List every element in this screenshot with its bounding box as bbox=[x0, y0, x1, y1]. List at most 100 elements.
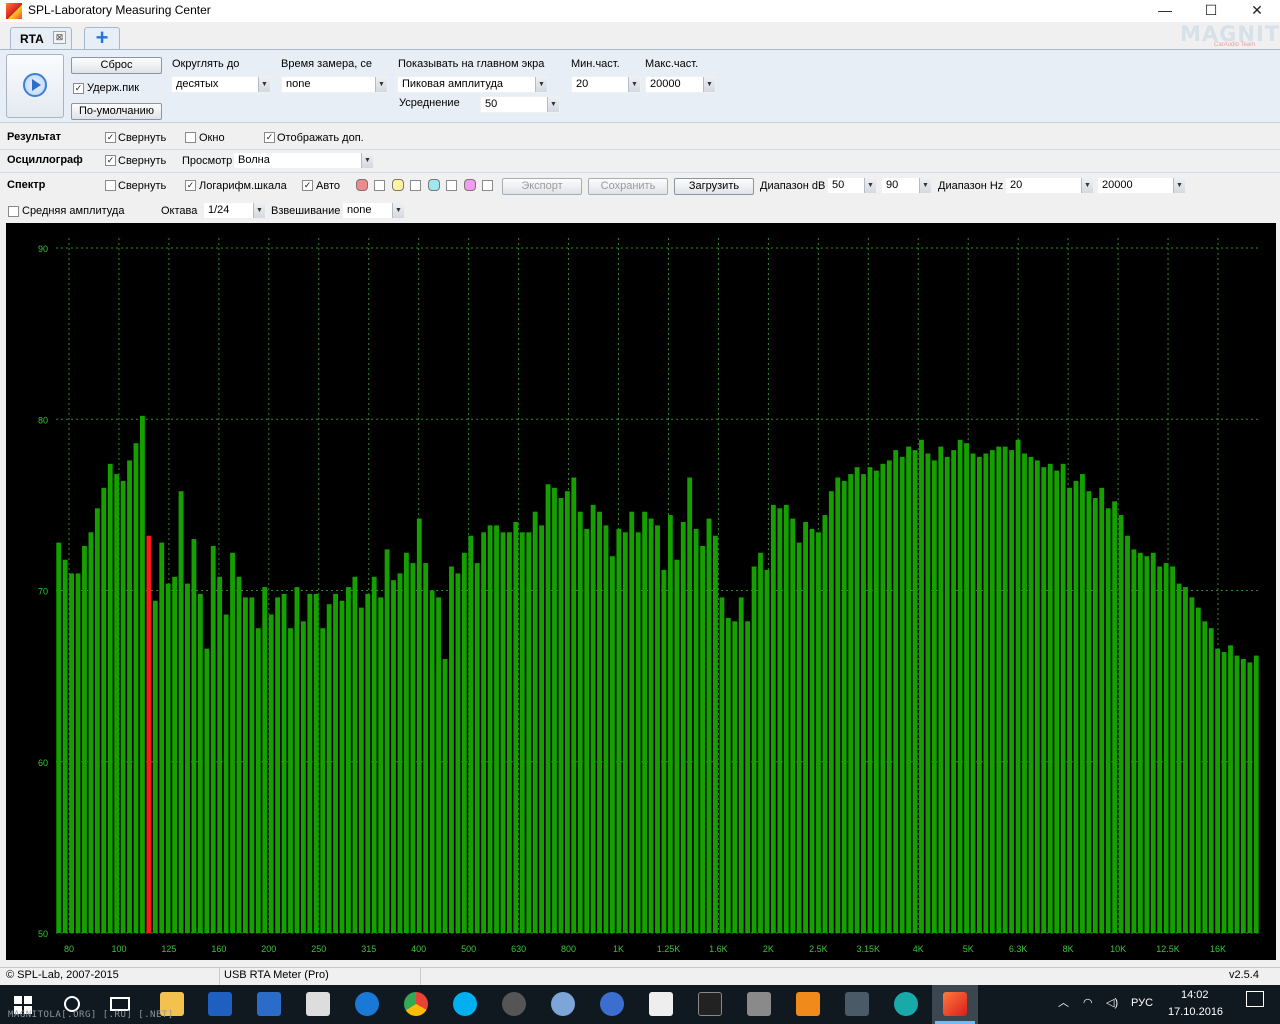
osc-collapse-label: Свернуть bbox=[118, 155, 167, 167]
color-cyan-checkbox[interactable] bbox=[446, 180, 457, 191]
spectrum-bar bbox=[384, 549, 390, 933]
chart-app-icon[interactable] bbox=[845, 992, 869, 1016]
spectrum-bar bbox=[481, 532, 487, 933]
spectrum-bar bbox=[674, 559, 680, 933]
save-button[interactable]: Сохранить bbox=[588, 178, 668, 195]
spectrum-bar bbox=[255, 628, 261, 933]
spectrum-bar bbox=[655, 525, 660, 933]
paint-icon[interactable] bbox=[551, 992, 575, 1016]
osc-view-select[interactable]: Волна ▼ bbox=[233, 152, 374, 169]
spectrum-bar bbox=[944, 456, 950, 933]
store-icon[interactable] bbox=[208, 992, 232, 1016]
e-app-icon[interactable] bbox=[894, 992, 918, 1016]
result-window-checkbox[interactable] bbox=[185, 132, 196, 143]
db-min-select[interactable]: 50 ▼ bbox=[827, 177, 877, 194]
spl-lab-taskbar-icon[interactable] bbox=[943, 992, 967, 1016]
wifi-icon[interactable]: ◠ bbox=[1083, 996, 1093, 1009]
spectrum-bar bbox=[642, 511, 648, 933]
clock-time[interactable]: 14:02 bbox=[1181, 989, 1209, 1001]
color-swatch-red[interactable] bbox=[356, 179, 368, 191]
export-button[interactable]: Экспорт bbox=[502, 178, 582, 195]
reset-button[interactable]: Сброс bbox=[71, 57, 162, 74]
show-select[interactable]: Пиковая амплитуда ▼ bbox=[397, 76, 548, 93]
tools-app-icon[interactable] bbox=[747, 992, 771, 1016]
avg-amp-checkbox[interactable] bbox=[8, 206, 19, 217]
time-select[interactable]: none ▼ bbox=[281, 76, 388, 93]
spectrum-bar bbox=[230, 552, 235, 933]
minimize-icon[interactable]: — bbox=[1142, 0, 1188, 22]
spectrum-bar bbox=[597, 511, 602, 933]
spectrum-collapse-checkbox[interactable] bbox=[105, 180, 116, 191]
hz-min-select[interactable]: 20 ▼ bbox=[1005, 177, 1094, 194]
maximize-icon[interactable]: ☐ bbox=[1188, 0, 1234, 22]
color-swatch-magenta[interactable] bbox=[464, 179, 476, 191]
z-app-icon[interactable] bbox=[355, 992, 379, 1016]
tab-close-icon[interactable]: ⊠ bbox=[53, 31, 66, 44]
spectrum-chart[interactable]: 90 80 70 60 50 80 100 125 160 200 250 315 400 500 630 8… bbox=[6, 223, 1276, 960]
result-collapse-checkbox[interactable]: ✓ bbox=[105, 132, 116, 143]
avg-select[interactable]: 50 ▼ bbox=[480, 96, 560, 113]
chevron-down-icon: ▼ bbox=[1173, 178, 1185, 193]
disc-app-icon[interactable] bbox=[502, 992, 526, 1016]
hz-max-select[interactable]: 20000 ▼ bbox=[1097, 177, 1186, 194]
fox-app-icon[interactable] bbox=[698, 992, 722, 1016]
chevron-down-icon: ▼ bbox=[547, 97, 559, 112]
max-freq-select[interactable]: 20000 ▼ bbox=[645, 76, 716, 93]
chevron-up-icon[interactable]: ︿ bbox=[1058, 994, 1069, 1010]
spectrum-bar bbox=[436, 597, 442, 933]
volume-icon[interactable]: ◁) bbox=[1106, 996, 1118, 1009]
chrome-icon[interactable] bbox=[404, 992, 428, 1016]
x-tick-label: 4K bbox=[913, 944, 924, 954]
clock-date[interactable]: 17.10.2016 bbox=[1168, 1006, 1223, 1018]
weighting-select[interactable]: none ▼ bbox=[342, 202, 405, 219]
osc-collapse-checkbox[interactable]: ✓ bbox=[105, 155, 116, 166]
spectrum-bar bbox=[764, 569, 770, 933]
spectrum-bar bbox=[873, 470, 879, 933]
spectrum-bar bbox=[899, 456, 905, 933]
play-button[interactable] bbox=[6, 54, 64, 118]
language-indicator[interactable]: РУС bbox=[1131, 997, 1153, 1009]
x-tick-label: 5K bbox=[963, 944, 974, 954]
tab-strip bbox=[0, 22, 1280, 49]
add-tab-button[interactable]: + bbox=[84, 27, 120, 49]
spectrum-bar bbox=[1189, 597, 1195, 933]
tab-rta[interactable]: RTA ⊠ bbox=[10, 27, 72, 49]
spectrum-bar bbox=[590, 504, 596, 933]
hold-peak-checkbox[interactable]: ✓ bbox=[73, 83, 84, 94]
spectrum-bar bbox=[178, 491, 184, 933]
x-tick-label: 12.5K bbox=[1156, 944, 1180, 954]
round-select[interactable]: десятых ▼ bbox=[171, 76, 271, 93]
spectrum-bar bbox=[828, 491, 834, 933]
spectrum-bar bbox=[1253, 655, 1259, 933]
spectrum-bar bbox=[519, 532, 525, 933]
outlook-icon[interactable] bbox=[257, 992, 281, 1016]
color-swatch-cyan[interactable] bbox=[428, 179, 440, 191]
min-freq-select[interactable]: 20 ▼ bbox=[571, 76, 641, 93]
spectrum-bar bbox=[816, 532, 821, 933]
log-scale-checkbox[interactable]: ✓ bbox=[185, 180, 196, 191]
default-button[interactable]: По-умолчанию bbox=[71, 103, 162, 120]
octave-select[interactable]: 1/24 ▼ bbox=[203, 202, 266, 219]
task-view-icon[interactable] bbox=[110, 997, 130, 1011]
notification-icon[interactable] bbox=[1246, 991, 1264, 1007]
spectrum-bar bbox=[667, 515, 673, 933]
skype-icon[interactable] bbox=[453, 992, 477, 1016]
calculator-icon[interactable] bbox=[306, 992, 330, 1016]
peak-bar bbox=[146, 535, 152, 933]
close-window-icon[interactable]: ✕ bbox=[1234, 0, 1280, 22]
spectrum-bar bbox=[326, 604, 332, 933]
load-button[interactable]: Загрузить bbox=[674, 178, 754, 195]
color-red-checkbox[interactable] bbox=[374, 180, 385, 191]
auto-checkbox[interactable]: ✓ bbox=[302, 180, 313, 191]
spectrum-bar bbox=[243, 597, 248, 933]
spectrum-bar bbox=[159, 542, 165, 933]
db-max-select[interactable]: 90 ▼ bbox=[881, 177, 932, 194]
ld-app-icon[interactable] bbox=[649, 992, 673, 1016]
show-extra-checkbox[interactable]: ✓ bbox=[264, 132, 275, 143]
color-yellow-checkbox[interactable] bbox=[410, 180, 421, 191]
spectrum-bar bbox=[346, 587, 351, 933]
sw-app-icon[interactable] bbox=[600, 992, 624, 1016]
fl-studio-icon[interactable] bbox=[796, 992, 820, 1016]
color-swatch-yellow[interactable] bbox=[392, 179, 404, 191]
color-magenta-checkbox[interactable] bbox=[482, 180, 493, 191]
